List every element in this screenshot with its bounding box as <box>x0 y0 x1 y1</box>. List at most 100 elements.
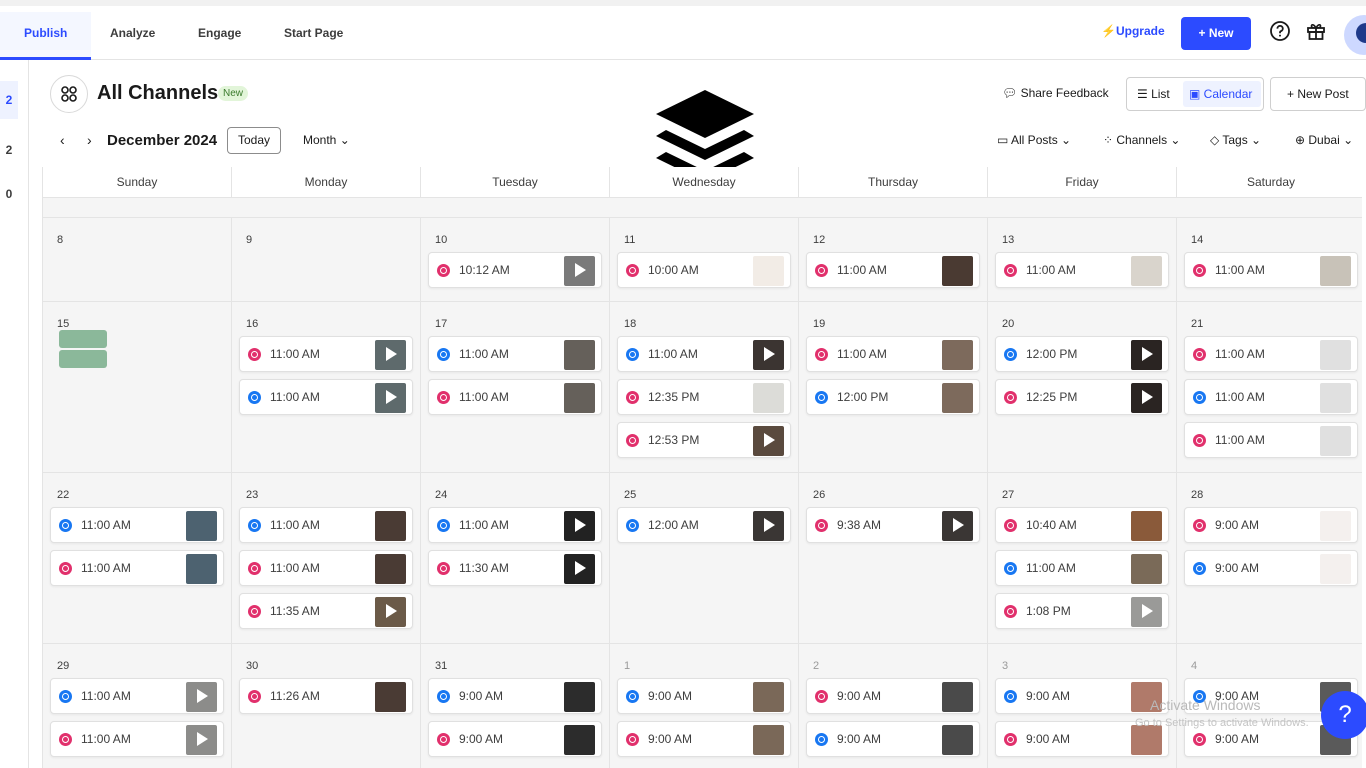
scheduled-post[interactable]: 9:00 AM <box>428 721 602 757</box>
gift-icon[interactable] <box>1305 20 1327 42</box>
all-posts-filter[interactable]: ▭ All Posts ⌄ <box>997 133 1071 147</box>
scheduled-post[interactable]: 11:00 AM <box>995 550 1169 586</box>
today-button[interactable]: Today <box>227 127 281 154</box>
calendar-day-cell[interactable]: 22 11:00 AM 11:00 AM <box>43 473 232 644</box>
calendar-day-cell[interactable]: 18 11:00 AM 12:35 PM 12:53 PM <box>610 302 799 473</box>
scheduled-post[interactable]: 1:08 PM <box>995 593 1169 629</box>
new-button[interactable]: + New <box>1181 17 1251 50</box>
calendar-day-cell[interactable]: 12 11:00 AM <box>799 218 988 302</box>
scheduled-post[interactable]: 9:00 AM <box>617 678 791 714</box>
calendar-day-cell[interactable]: 1 9:00 AM 9:00 AM <box>610 644 799 768</box>
calendar-day-cell[interactable]: 2 9:00 AM 9:00 AM <box>799 644 988 768</box>
scheduled-post[interactable]: 9:00 AM <box>1184 507 1358 543</box>
scheduled-post[interactable]: 10:40 AM <box>995 507 1169 543</box>
sidebar-count[interactable]: 2 <box>0 131 18 169</box>
calendar-day-cell[interactable]: 23 11:00 AM 11:00 AM 11:35 AM <box>232 473 421 644</box>
scheduled-post[interactable]: 11:00 AM <box>1184 336 1358 372</box>
scheduled-post[interactable]: 9:00 AM <box>1184 550 1358 586</box>
help-circle-icon[interactable] <box>1269 20 1291 42</box>
scheduled-post[interactable]: 9:00 AM <box>428 678 602 714</box>
calendar-day-cell[interactable]: 31 9:00 AM 9:00 AM <box>421 644 610 768</box>
scheduled-post[interactable]: 11:00 AM <box>50 507 224 543</box>
scheduled-post[interactable]: 11:00 AM <box>239 379 413 415</box>
scheduled-post[interactable]: 11:00 AM <box>806 336 980 372</box>
calendar-day-cell[interactable]: 26 9:38 AM <box>799 473 988 644</box>
scheduled-post[interactable]: 11:00 AM <box>617 336 791 372</box>
next-month-icon[interactable]: › <box>87 132 92 148</box>
list-view-button[interactable]: ☰ List <box>1137 87 1170 101</box>
scheduled-post[interactable]: 11:00 AM <box>428 336 602 372</box>
calendar-day-cell[interactable]: 20 12:00 PM 12:25 PM <box>988 302 1177 473</box>
help-chat-button[interactable]: ? <box>1321 691 1366 739</box>
calendar-day-cell[interactable]: 29 11:00 AM 11:00 AM <box>43 644 232 768</box>
calendar-day-cell[interactable]: 14 11:00 AM <box>1177 218 1362 302</box>
scheduled-post[interactable]: 11:00 AM <box>995 252 1169 288</box>
calendar-day-cell[interactable]: 24 11:00 AM 11:30 AM <box>421 473 610 644</box>
scheduled-post[interactable]: 11:00 AM <box>239 550 413 586</box>
tags-filter[interactable]: ◇ Tags ⌄ <box>1210 133 1261 147</box>
calendar-day-cell[interactable]: 27 10:40 AM 11:00 AM 1:08 PM <box>988 473 1177 644</box>
scheduled-post[interactable]: 11:00 AM <box>239 336 413 372</box>
scheduled-post[interactable]: 9:00 AM <box>806 678 980 714</box>
upgrade-button[interactable]: ⚡Upgrade <box>1101 24 1165 38</box>
calendar-day-cell[interactable]: 15 <box>43 302 232 473</box>
sidebar-count[interactable]: 2 <box>0 81 18 119</box>
scheduled-post[interactable]: 9:00 AM <box>617 721 791 757</box>
calendar-view-button[interactable]: ▣ Calendar <box>1183 81 1261 107</box>
scheduled-post[interactable]: 11:00 AM <box>239 507 413 543</box>
scheduled-post[interactable]: 11:00 AM <box>1184 252 1358 288</box>
view-select[interactable]: Month ⌄ <box>303 133 350 147</box>
calendar-day-cell[interactable]: 21 11:00 AM 11:00 AM 11:00 AM <box>1177 302 1362 473</box>
calendar-day-cell[interactable]: 8 <box>43 218 232 302</box>
calendar-day-cell[interactable]: 28 9:00 AM 9:00 AM <box>1177 473 1362 644</box>
scheduled-post[interactable]: 11:00 AM <box>428 507 602 543</box>
calendar-day-cell[interactable]: 16 11:00 AM 11:00 AM <box>232 302 421 473</box>
tab-analyze[interactable]: Analyze <box>110 12 155 60</box>
calendar-day-cell[interactable]: 19 11:00 AM 12:00 PM <box>799 302 988 473</box>
tab-engage[interactable]: Engage <box>198 12 241 60</box>
scheduled-post[interactable]: 9:00 AM <box>806 721 980 757</box>
tab-publish[interactable]: Publish <box>0 12 92 60</box>
facebook-icon <box>59 519 72 532</box>
timezone-filter[interactable]: ⊕ Dubai ⌄ <box>1295 133 1353 147</box>
previous-month-icon[interactable]: ‹ <box>60 132 65 148</box>
scheduled-post[interactable]: 12:00 PM <box>806 379 980 415</box>
calendar-day-cell[interactable]: 11 10:00 AM <box>610 218 799 302</box>
scheduled-post[interactable]: 10:12 AM <box>428 252 602 288</box>
day-number: 1 <box>624 660 631 672</box>
calendar-day-cell[interactable]: 9 <box>232 218 421 302</box>
scheduled-post[interactable]: 12:53 PM <box>617 422 791 458</box>
calendar-day-cell[interactable]: 13 11:00 AM <box>988 218 1177 302</box>
scheduled-post[interactable]: 11:00 AM <box>428 379 602 415</box>
scheduled-post[interactable]: 11:00 AM <box>806 252 980 288</box>
scheduled-post[interactable]: 12:00 PM <box>995 336 1169 372</box>
calendar-day-cell[interactable]: 10 10:12 AM <box>421 218 610 302</box>
share-feedback-button[interactable]: 💬︎ Share Feedback <box>1002 86 1109 100</box>
draft-placeholder[interactable] <box>59 350 107 368</box>
draft-placeholder[interactable] <box>59 330 107 348</box>
scheduled-post[interactable]: 11:00 AM <box>50 678 224 714</box>
scheduled-post[interactable]: 11:26 AM <box>239 678 413 714</box>
scheduled-post[interactable]: 11:00 AM <box>1184 379 1358 415</box>
scheduled-post[interactable]: 12:35 PM <box>617 379 791 415</box>
scheduled-post[interactable]: 9:00 AM <box>995 678 1169 714</box>
scheduled-post[interactable]: 12:25 PM <box>995 379 1169 415</box>
avatar[interactable] <box>1344 15 1366 55</box>
scheduled-post[interactable]: 11:00 AM <box>1184 422 1358 458</box>
tab-start-page[interactable]: Start Page <box>284 12 343 60</box>
calendar-day-cell[interactable]: 17 11:00 AM 11:00 AM <box>421 302 610 473</box>
sidebar-count[interactable]: 0 <box>0 175 18 213</box>
scheduled-post[interactable]: 11:30 AM <box>428 550 602 586</box>
scheduled-post[interactable]: 11:35 AM <box>239 593 413 629</box>
calendar-day-cell[interactable]: 25 12:00 AM <box>610 473 799 644</box>
scheduled-post[interactable]: 9:38 AM <box>806 507 980 543</box>
channels-filter[interactable]: ⁘ Channels ⌄ <box>1103 133 1180 147</box>
scheduled-post[interactable]: 10:00 AM <box>617 252 791 288</box>
calendar-day-cell[interactable]: 30 11:26 AM <box>232 644 421 768</box>
calendar-day-cell[interactable]: 3 9:00 AM 9:00 AM <box>988 644 1177 768</box>
scheduled-post[interactable]: 11:00 AM <box>50 550 224 586</box>
new-post-button[interactable]: + New Post <box>1270 77 1366 111</box>
scheduled-post[interactable]: 11:00 AM <box>50 721 224 757</box>
facebook-icon <box>815 391 828 404</box>
scheduled-post[interactable]: 12:00 AM <box>617 507 791 543</box>
